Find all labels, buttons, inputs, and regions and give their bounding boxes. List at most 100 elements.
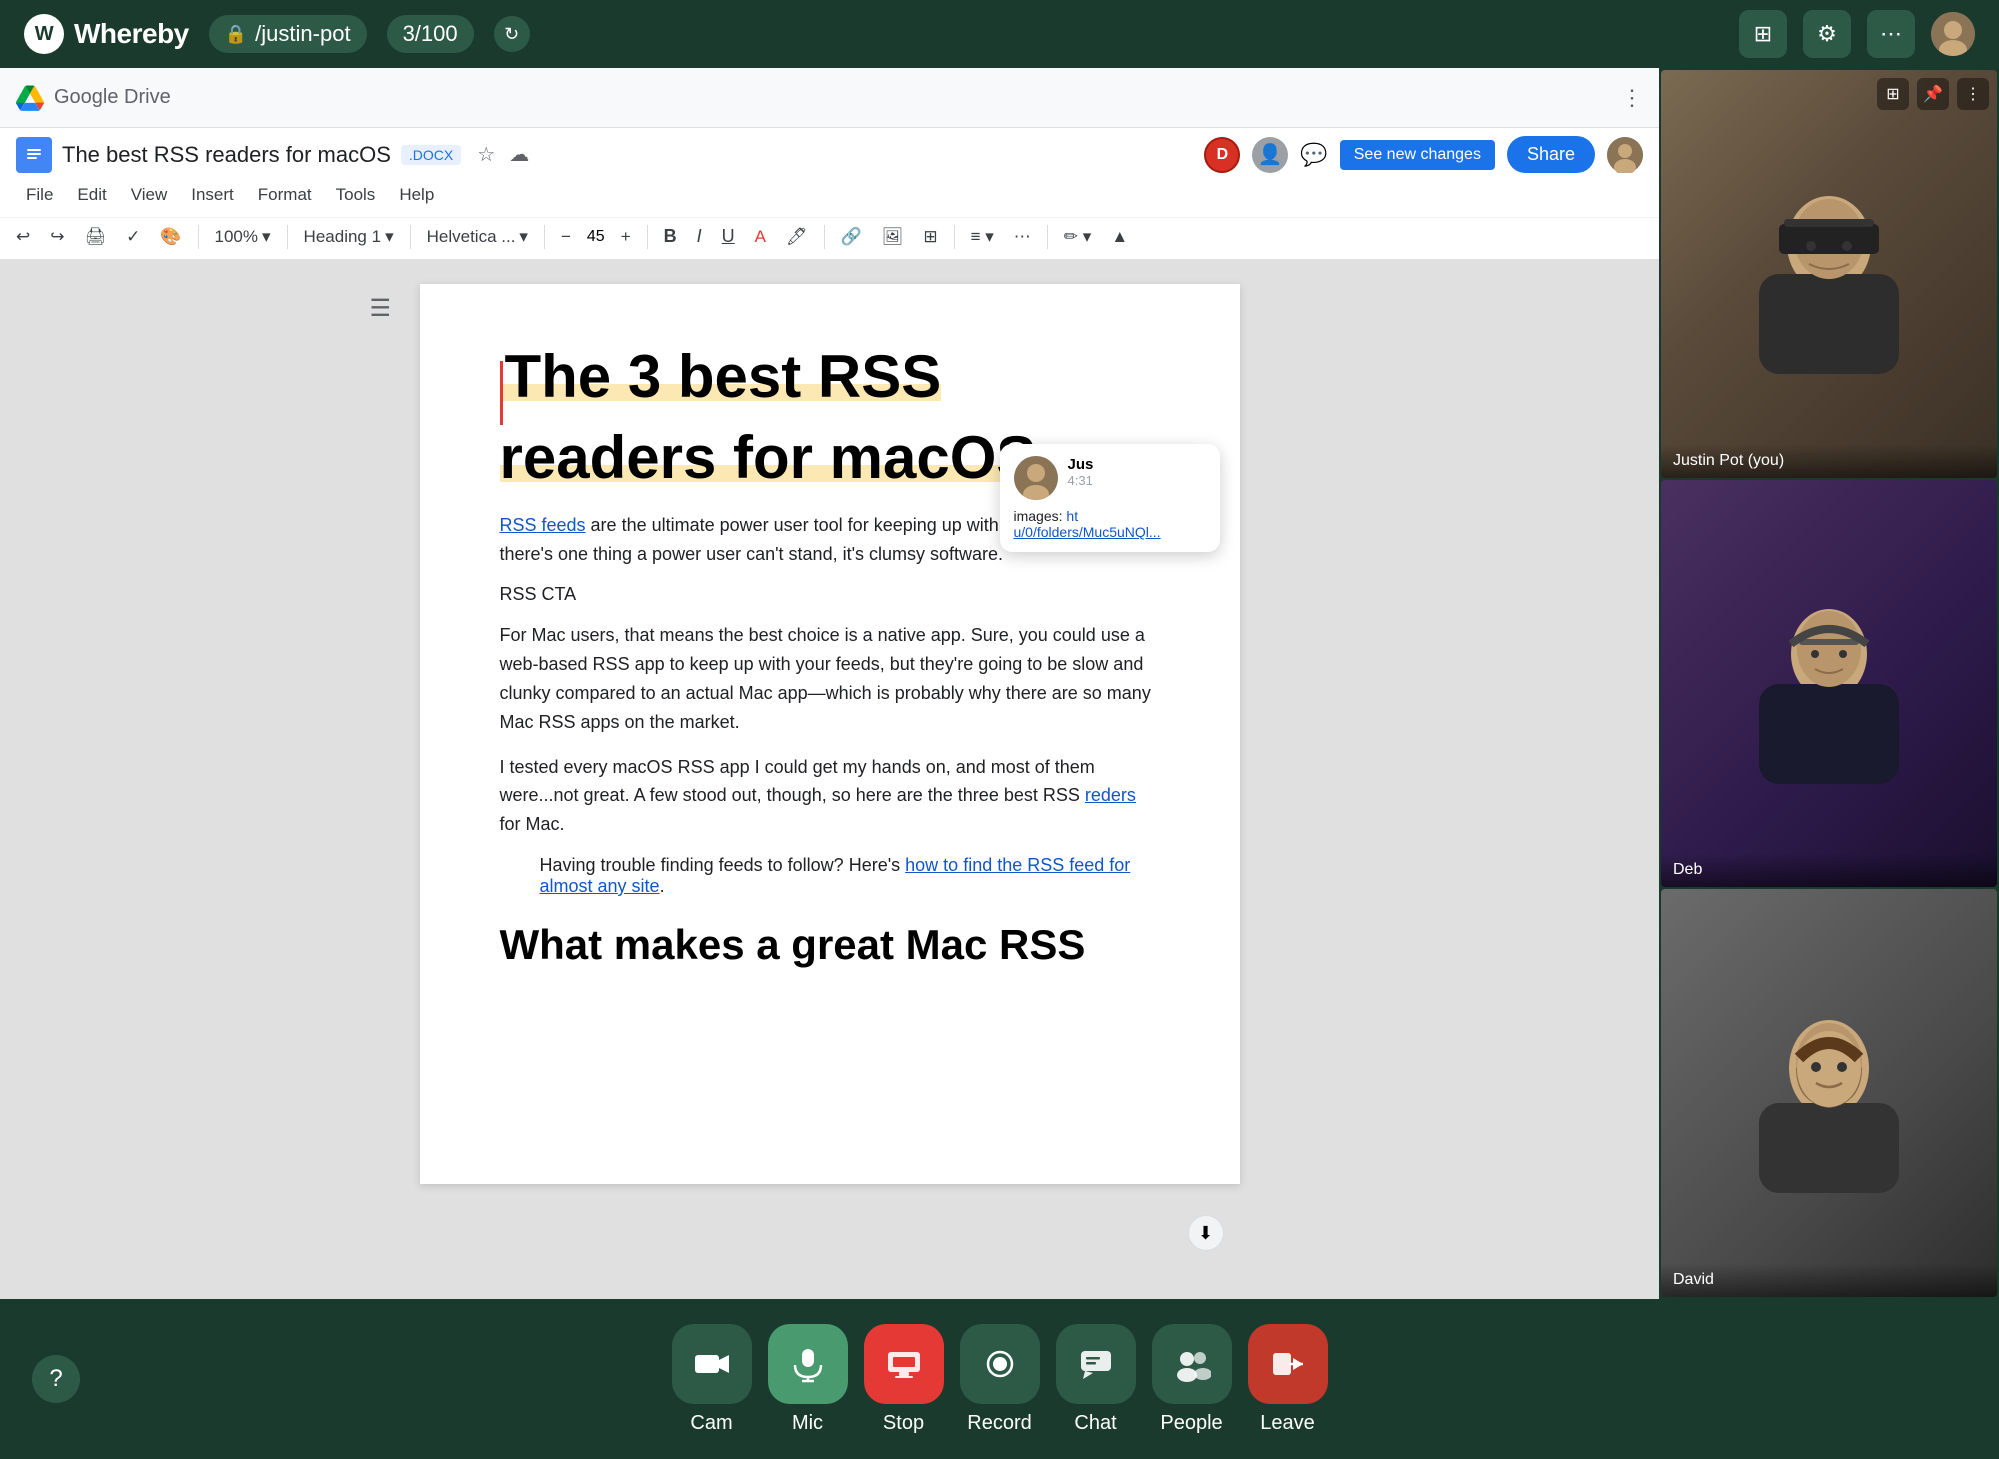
help-button[interactable]: ? xyxy=(32,1355,80,1403)
spellcheck-button[interactable]: ✓ xyxy=(118,223,148,251)
justin-video-bg xyxy=(1661,70,1997,478)
separator-1 xyxy=(198,225,199,249)
gdrive-dots[interactable]: ⋮ xyxy=(1621,85,1643,111)
link-button[interactable]: 🔗 xyxy=(833,223,870,251)
doc-para-2: For Mac users, that means the best choic… xyxy=(500,621,1160,736)
doc-page-area: ☰ The 3 best RSSreaders for macOS RSS fe… xyxy=(0,260,1659,1299)
menu-insert[interactable]: Insert xyxy=(181,181,244,209)
justin-grid-icon[interactable]: ⊞ xyxy=(1877,78,1909,110)
menu-edit[interactable]: Edit xyxy=(67,181,116,209)
grid-icon-button[interactable]: ⊞ xyxy=(1739,10,1787,58)
deb-video-bg xyxy=(1661,480,1997,888)
bold-button[interactable]: B xyxy=(656,222,685,251)
doc-page-wrapper: ☰ The 3 best RSSreaders for macOS RSS fe… xyxy=(420,284,1240,1275)
mic-button[interactable] xyxy=(768,1324,848,1404)
edit-mode-button[interactable]: ✏ ▾ xyxy=(1056,223,1100,251)
stop-button[interactable] xyxy=(864,1324,944,1404)
separator-6 xyxy=(824,225,825,249)
doc-title-icons: ☆ ☁ xyxy=(477,142,529,167)
david-name: David xyxy=(1673,1271,1714,1288)
doc-rss-cta: RSS CTA xyxy=(500,584,1160,605)
rss-feeds-link[interactable]: RSS feeds xyxy=(500,515,586,535)
italic-button[interactable]: I xyxy=(689,222,710,251)
cloud-icon[interactable]: ☁ xyxy=(509,142,529,167)
gdrive-bar: Google Drive ⋮ xyxy=(0,68,1659,128)
more-icon-button[interactable]: ⋯ xyxy=(1867,10,1915,58)
cam-button-group: Cam xyxy=(672,1324,752,1435)
print-button[interactable]: 🖨 xyxy=(77,223,115,251)
chat-bubble-link[interactable]: u/0/folders/Muc5uNQl... xyxy=(1014,524,1206,540)
chat-bubble-link-text: ht xyxy=(1066,508,1078,524)
separator-7 xyxy=(954,225,955,249)
doc-main-heading: The 3 best RSSreaders for macOS xyxy=(500,343,1037,491)
paintformat-button[interactable]: 🎨 xyxy=(152,223,189,251)
justin-pin-icon[interactable]: 📌 xyxy=(1917,78,1949,110)
record-label: Record xyxy=(967,1412,1031,1435)
sidebar-toggle-icon[interactable]: ☰ xyxy=(370,294,392,323)
collapse-button[interactable]: ▲ xyxy=(1103,223,1136,251)
see-new-changes-button[interactable]: See new changes xyxy=(1340,140,1495,170)
menu-format[interactable]: Format xyxy=(248,181,322,209)
highlight-button[interactable]: 🖊 xyxy=(778,223,816,251)
justin-top-bar: ⊞ 📌 ⋮ xyxy=(1661,70,1997,118)
menu-view[interactable]: View xyxy=(121,181,178,209)
doc-container: Google Drive ⋮ The best RSS readers for … xyxy=(0,68,1659,1299)
zoom-select[interactable]: 100% ▾ xyxy=(207,223,279,251)
star-icon[interactable]: ☆ xyxy=(477,142,495,167)
format-toolbar: ↩ ↪ 🖨 ✓ 🎨 100% ▾ Heading 1 ▾ Helvetica .… xyxy=(0,217,1659,259)
share-button[interactable]: Share xyxy=(1507,136,1595,173)
doc-menu-bar: File Edit View Insert Format Tools Help xyxy=(0,177,1659,217)
heading-style-select[interactable]: Heading 1 ▾ xyxy=(296,223,402,251)
font-size-decrease[interactable]: − xyxy=(553,223,579,251)
video-tile-justin: ⊞ 📌 ⋮ Justin Pot (you) xyxy=(1661,70,1997,478)
record-button-group: Record xyxy=(960,1324,1040,1435)
doc-h2: What makes a great Mac RSS xyxy=(500,921,1160,969)
separator-8 xyxy=(1047,225,1048,249)
align-button[interactable]: ≡ ▾ xyxy=(963,223,1002,251)
record-button[interactable] xyxy=(960,1324,1040,1404)
doc-title-bar: The best RSS readers for macOS .DOCX ☆ ☁… xyxy=(0,128,1659,177)
scroll-to-bottom-button[interactable]: ⬇ xyxy=(1188,1215,1224,1251)
font-size-increase[interactable]: + xyxy=(613,223,639,251)
image-button[interactable]: 🖼 xyxy=(874,223,912,251)
url-text: /justin-pot xyxy=(255,21,350,47)
stop-label: Stop xyxy=(883,1412,924,1435)
docx-badge: .DOCX xyxy=(401,145,461,165)
justin-label: Justin Pot (you) xyxy=(1661,444,1997,478)
font-select[interactable]: Helvetica ... ▾ xyxy=(419,223,536,251)
leave-button[interactable] xyxy=(1248,1324,1328,1404)
chat-button-group: Chat xyxy=(1056,1324,1136,1435)
comment-icon[interactable]: 💬 xyxy=(1300,142,1327,168)
gdrive-logo-icon xyxy=(16,84,44,112)
doc-page: The 3 best RSSreaders for macOS RSS feed… xyxy=(420,284,1240,1184)
chat-bubble-text: images: ht xyxy=(1014,508,1206,524)
counter-text: 3/100 xyxy=(403,21,458,46)
table-button[interactable]: ⊞ xyxy=(915,223,945,251)
menu-tools[interactable]: Tools xyxy=(326,181,386,209)
video-panel: ⊞ 📌 ⋮ Justin Pot (you) xyxy=(1659,68,1999,1299)
refresh-button[interactable]: ↻ xyxy=(494,16,530,52)
top-bar-right: ⊞ ⚙ ⋯ xyxy=(1739,10,1975,58)
settings-icon-button[interactable]: ⚙ xyxy=(1803,10,1851,58)
font-value: Helvetica ... xyxy=(427,227,516,247)
menu-file[interactable]: File xyxy=(16,181,63,209)
menu-help[interactable]: Help xyxy=(389,181,444,209)
people-button[interactable] xyxy=(1152,1324,1232,1404)
underline-button[interactable]: U xyxy=(714,222,743,251)
reders-link[interactable]: reders xyxy=(1085,785,1136,805)
chat-bubble-header: Jus 4:31 xyxy=(1014,456,1206,500)
text-color-button[interactable]: A xyxy=(747,223,774,251)
justin-more-icon[interactable]: ⋮ xyxy=(1957,78,1989,110)
cam-button[interactable] xyxy=(672,1324,752,1404)
deb-name: Deb xyxy=(1673,861,1702,878)
more-format-button[interactable]: ⋯ xyxy=(1006,223,1039,251)
separator-3 xyxy=(410,225,411,249)
redo-button[interactable]: ↪ xyxy=(42,223,72,251)
chat-bubble-name: Jus xyxy=(1068,456,1094,473)
undo-button[interactable]: ↩ xyxy=(8,223,38,251)
zoom-value: 100% xyxy=(215,227,258,247)
leave-button-group: Leave xyxy=(1248,1324,1328,1435)
chat-button[interactable] xyxy=(1056,1324,1136,1404)
rss-feed-link[interactable]: how to find the RSS feed for almost any … xyxy=(540,855,1131,896)
whereby-logo: W Whereby xyxy=(24,14,189,54)
